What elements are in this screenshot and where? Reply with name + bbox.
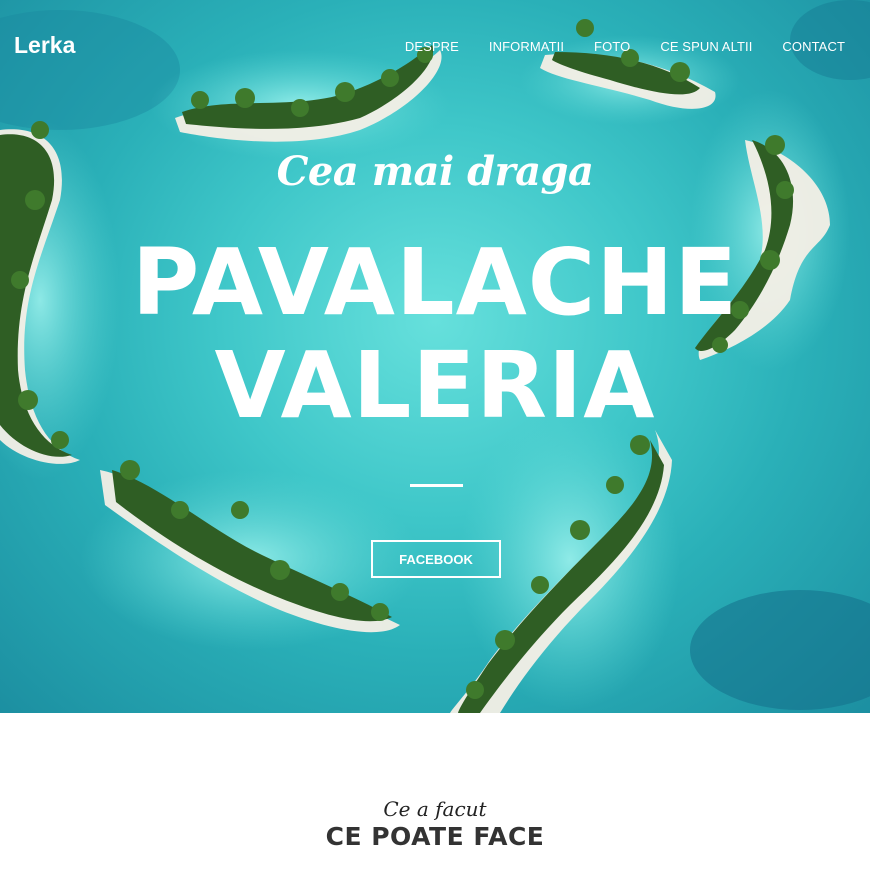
nav-item-ce-spun-altii[interactable]: CE SPUN ALTII: [660, 39, 752, 54]
facebook-button[interactable]: FACEBOOK: [371, 540, 501, 578]
main-nav: DESPRE INFORMATII FOTO CE SPUN ALTII CON…: [405, 39, 845, 54]
nav-item-contact[interactable]: CONTACT: [782, 39, 845, 54]
hero-divider: [410, 484, 463, 487]
about-section: Ce a facut CE POATE FACE: [0, 713, 870, 870]
section-script-subtitle: Ce a facut: [383, 797, 487, 821]
section-title: CE POATE FACE: [325, 822, 545, 851]
nav-item-foto[interactable]: FOTO: [594, 39, 630, 54]
hero-script-title: Cea mai draga: [276, 148, 594, 195]
brand-logo[interactable]: Lerka: [14, 32, 75, 59]
nav-item-despre[interactable]: DESPRE: [405, 39, 459, 54]
hero-name-line2: VALERIA: [214, 332, 656, 439]
nav-item-informatii[interactable]: INFORMATII: [489, 39, 564, 54]
hero-section: Lerka DESPRE INFORMATII FOTO CE SPUN ALT…: [0, 0, 870, 713]
hero-name-line1: PAVALACHE: [131, 229, 739, 336]
